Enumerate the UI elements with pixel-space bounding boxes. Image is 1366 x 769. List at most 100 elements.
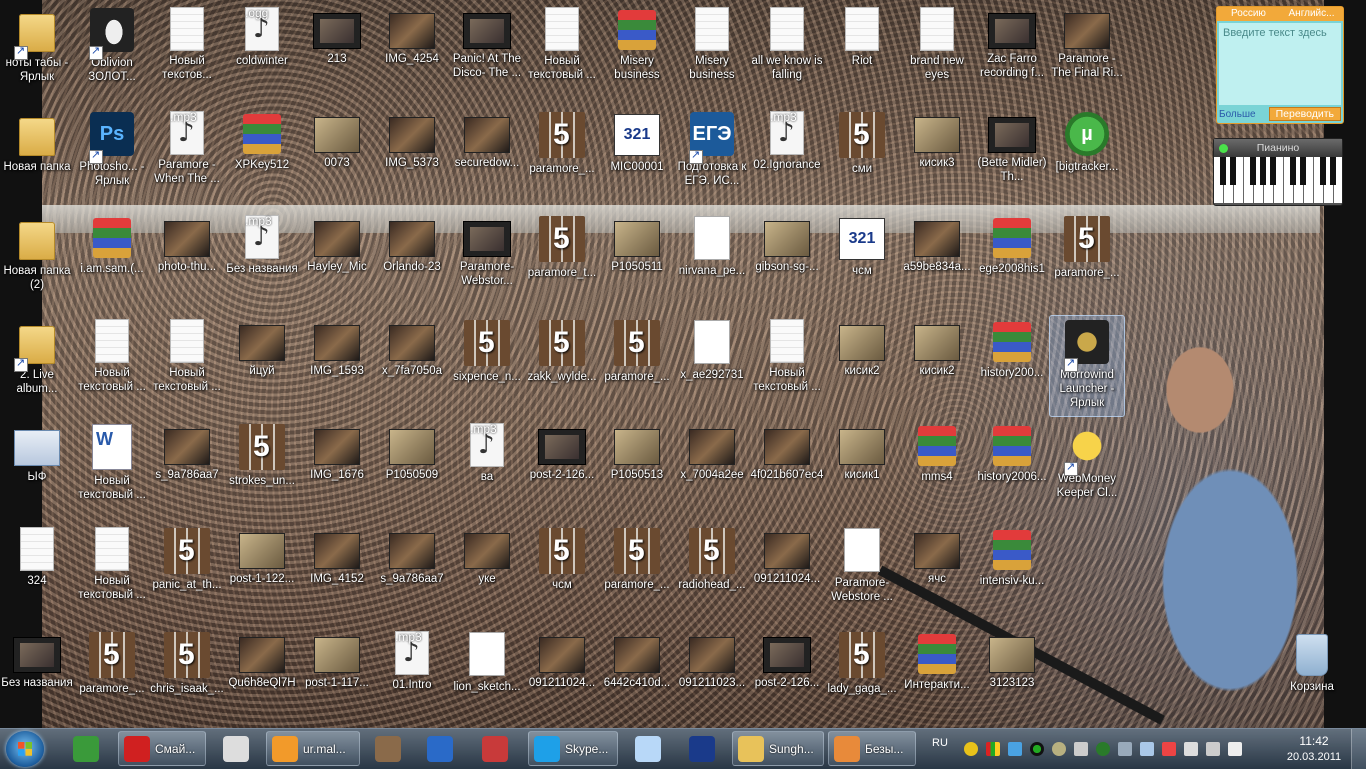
desktop-icon[interactable]: history2006... xyxy=(975,420,1049,520)
desktop-icon[interactable]: Новая папка (2) xyxy=(0,212,74,312)
action-center-icon[interactable] xyxy=(1139,742,1154,756)
show-desktop-button[interactable] xyxy=(1351,729,1366,769)
desktop-icon[interactable]: mms4 xyxy=(900,420,974,520)
desktop-icon[interactable]: Корзина xyxy=(1275,628,1349,728)
desktop-icon[interactable]: WebMoney Keeper Cl... xyxy=(1050,420,1124,520)
desktop-icon[interactable]: all we know is falling xyxy=(750,4,824,104)
desktop-icon[interactable]: (Bette Midler) Th... xyxy=(975,108,1049,208)
desktop-icon[interactable]: Oblivion ЗОЛОТ... xyxy=(75,4,149,104)
disk-activity-icon[interactable] xyxy=(1029,742,1044,756)
desktop-icon[interactable]: intensiv-ku... xyxy=(975,524,1049,624)
desktop-icon[interactable]: a59be834a... xyxy=(900,212,974,312)
desktop-icon[interactable]: securedow... xyxy=(450,108,524,208)
desktop-icon[interactable]: paramore_... xyxy=(600,524,674,624)
desktop-icon[interactable]: кисик2 xyxy=(825,316,899,416)
taskbar-button[interactable]: Смай... xyxy=(118,731,206,766)
desktop-icon[interactable]: P1050511 xyxy=(600,212,674,312)
desktop-icon[interactable]: .mp3 02.Ignorance xyxy=(750,108,824,208)
desktop-icon[interactable]: x_ae292731 xyxy=(675,316,749,416)
desktop-icon[interactable]: 2. Live album... xyxy=(0,316,74,416)
desktop-icon[interactable]: Новый текстов... xyxy=(150,4,224,104)
desktop-icon[interactable]: brand new eyes xyxy=(900,4,974,104)
desktop-icon[interactable]: ЫФ xyxy=(0,420,74,520)
power-indicator-icon[interactable] xyxy=(1219,143,1228,153)
desktop-icon[interactable]: paramore_... xyxy=(525,108,599,208)
desktop-icon[interactable]: Новый текстовый ... xyxy=(525,4,599,104)
desktop-icon[interactable]: уке xyxy=(450,524,524,624)
desktop-icon[interactable]: strokes_un... xyxy=(225,420,299,520)
desktop-icon[interactable]: gibson-sg-... xyxy=(750,212,824,312)
taskbar-button[interactable] xyxy=(676,731,728,766)
desktop-icon[interactable]: Новый текстовый ... xyxy=(150,316,224,416)
desktop-icon[interactable]: ЕГЭПодготовка к ЕГЭ. ИС... xyxy=(675,108,749,208)
desktop-icon[interactable]: IMG_1593 xyxy=(300,316,374,416)
display-icon[interactable] xyxy=(1007,742,1022,756)
desktop-icon[interactable]: Qu6h8eQl7H xyxy=(225,628,299,728)
desktop-icon[interactable]: .mp3 ва xyxy=(450,420,524,520)
desktop-icon[interactable]: Новый текстовый ... xyxy=(75,524,149,624)
desktop-icon[interactable]: history200... xyxy=(975,316,1049,416)
translator-input[interactable]: Введите текст здесь xyxy=(1219,23,1341,105)
desktop-icon[interactable]: Zac Farro recording f... xyxy=(975,4,1049,104)
desktop-icon[interactable]: post-1-117... xyxy=(300,628,374,728)
translator-from-language[interactable]: Россию xyxy=(1217,7,1280,21)
taskbar-button[interactable] xyxy=(364,731,412,766)
desktop-icon[interactable]: s_9a786aa7 xyxy=(375,524,449,624)
icq-icon[interactable] xyxy=(963,742,978,756)
desktop-icon[interactable]: µ [bigtracker... xyxy=(1050,108,1124,208)
translator-gadget[interactable]: Россию Английс... Введите текст здесь Бо… xyxy=(1216,6,1344,124)
desktop-icon[interactable]: photo-thu... xyxy=(150,212,224,312)
desktop-icon[interactable]: кисик2 xyxy=(900,316,974,416)
desktop-icon[interactable]: йцуй xyxy=(225,316,299,416)
desktop-icon[interactable]: 324 xyxy=(0,524,74,624)
desktop-icon[interactable]: lion_sketch... xyxy=(450,628,524,728)
desktop-icon[interactable]: 091211023... xyxy=(675,628,749,728)
desktop-icon[interactable]: ячс xyxy=(900,524,974,624)
network-error-icon[interactable] xyxy=(1161,742,1176,756)
desktop-icon[interactable]: IMG_4254 xyxy=(375,4,449,104)
taskbar-button[interactable]: ur.mal... xyxy=(266,731,360,766)
translate-button[interactable]: Переводить xyxy=(1268,107,1341,121)
desktop-icon[interactable]: Новый текстовый ... xyxy=(750,316,824,416)
desktop-icon[interactable]: post-2-126... xyxy=(525,420,599,520)
translator-to-language[interactable]: Английс... xyxy=(1280,7,1343,21)
desktop-icon[interactable]: sixpence_n... xyxy=(450,316,524,416)
desktop-icon[interactable]: paramore_... xyxy=(1050,212,1124,312)
desktop-icon[interactable]: Новая папка xyxy=(0,108,74,208)
desktop-icon[interactable]: Riot xyxy=(825,4,899,104)
device-icon[interactable] xyxy=(1183,742,1198,756)
taskbar-button[interactable] xyxy=(216,731,256,766)
desktop-icon[interactable]: кисик3 xyxy=(900,108,974,208)
desktop-icon[interactable]: сми xyxy=(825,108,899,208)
desktop-icon[interactable]: Новый текстовый ... xyxy=(75,316,149,416)
desktop-icon[interactable]: post-2-126... xyxy=(750,628,824,728)
taskbar-button[interactable] xyxy=(624,731,672,766)
desktop-icon[interactable]: 6442c410d... xyxy=(600,628,674,728)
desktop-icon[interactable]: XPKey512 xyxy=(225,108,299,208)
desktop-icon[interactable]: 0073 xyxy=(300,108,374,208)
desktop-icon[interactable]: paramore_... xyxy=(600,316,674,416)
taskbar-button[interactable] xyxy=(62,731,110,766)
desktop-icon[interactable]: ноты табы - Ярлык xyxy=(0,4,74,104)
taskbar-button[interactable]: Безы... xyxy=(828,731,916,766)
desktop-icon[interactable]: Paramore- Webstore ... xyxy=(825,524,899,624)
desktop-icon[interactable]: panic_at_th... xyxy=(150,524,224,624)
desktop-icon[interactable]: 321 чсм xyxy=(825,212,899,312)
desktop-icon[interactable]: paramore_... xyxy=(75,628,149,728)
daemon-icon[interactable] xyxy=(1051,742,1066,756)
desktop-icon[interactable]: 4f021b607ec4 xyxy=(750,420,824,520)
desktop-icon[interactable]: Paramore- Webstor... xyxy=(450,212,524,312)
clock[interactable]: 11:42 20.03.2011 xyxy=(1286,733,1342,765)
desktop-icon[interactable]: .ogg coldwinter xyxy=(225,4,299,104)
piano-gadget[interactable]: Пианино xyxy=(1213,138,1343,206)
language-indicator[interactable]: RU xyxy=(932,737,948,749)
desktop-icon[interactable]: .mp3 Без названия xyxy=(225,212,299,312)
desktop-icon[interactable]: s_9a786aa7 xyxy=(150,420,224,520)
desktop-icon[interactable]: 3123123 xyxy=(975,628,1049,728)
taskbar-button[interactable] xyxy=(470,731,520,766)
desktop-icon[interactable]: PsPhotosho... - Ярлык xyxy=(75,108,149,208)
desktop-icon[interactable]: Без названия xyxy=(0,628,74,728)
desktop-icon[interactable]: paramore_t... xyxy=(525,212,599,312)
desktop-icon[interactable]: 091211024... xyxy=(750,524,824,624)
taskbar-button[interactable]: Sungh... xyxy=(732,731,824,766)
